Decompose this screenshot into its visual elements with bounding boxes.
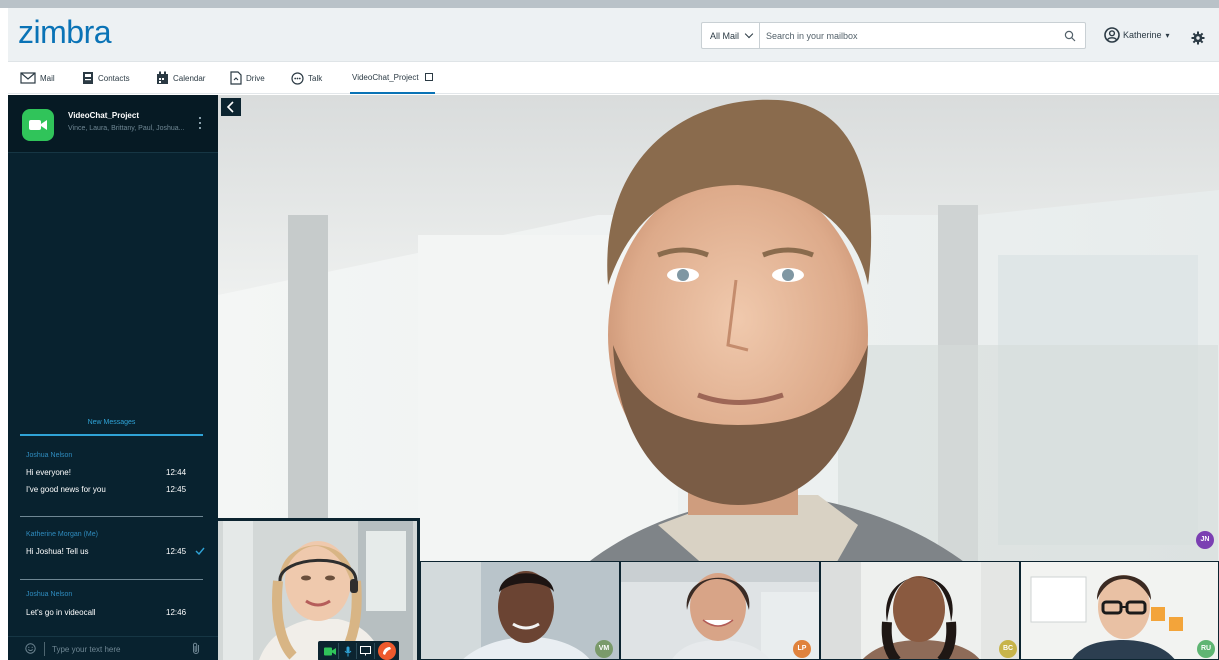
participant-tile[interactable]: LP (620, 561, 820, 660)
video-camera-icon (29, 120, 47, 130)
participant-tile[interactable]: BC (820, 561, 1020, 660)
tab-label: Calendar (173, 73, 206, 83)
envelope-icon (20, 72, 36, 84)
participant-initials: VM (595, 640, 613, 658)
message-sender[interactable]: Katherine Morgan (Me) (26, 531, 98, 538)
contacts-icon (83, 72, 93, 84)
tab-label: Talk (308, 73, 323, 83)
collapse-sidebar-button[interactable] (221, 98, 241, 116)
video-camera-icon (323, 647, 336, 655)
window-frame (0, 0, 1219, 8)
phone-hangup-icon (383, 647, 391, 655)
search-scope-label: All Mail (710, 31, 740, 41)
conversation-members: Vince, Laura, Brittany, Paul, Joshua... (68, 125, 185, 132)
toggle-video-button[interactable] (321, 643, 339, 659)
toggle-mic-button[interactable] (339, 643, 357, 659)
message-separator (20, 579, 203, 580)
message-time: 12:45 (166, 485, 187, 494)
read-check-icon (195, 547, 205, 555)
message-composer (8, 636, 218, 660)
message-text: I've good news for you (26, 485, 106, 494)
new-messages-divider: New Messages (20, 419, 203, 436)
participant-initials: RU (1197, 640, 1215, 658)
participant-initials: BC (999, 640, 1017, 658)
app-nav: Mail Contacts Calendar Drive Talk VideoC… (8, 62, 1219, 94)
search-scope-dropdown[interactable]: All Mail (702, 23, 760, 48)
emoji-icon[interactable] (25, 643, 36, 654)
participant-tile[interactable]: VM (420, 561, 620, 660)
conversation-header[interactable]: VideoChat_Project Vince, Laura, Brittany… (8, 95, 218, 153)
participant-video (621, 562, 819, 659)
chevron-down-icon (744, 29, 753, 39)
message-time: 12:45 (166, 547, 187, 556)
tab-drive[interactable]: Drive (230, 62, 265, 94)
composer-divider (44, 642, 45, 656)
end-call-button[interactable] (378, 642, 396, 660)
video-stage: JN VM LP BC RU (218, 95, 1219, 660)
close-icon[interactable] (424, 73, 433, 81)
user-name: Katherine (1123, 30, 1162, 40)
tab-videochat-project[interactable]: VideoChat_Project (350, 62, 435, 94)
participant-video (1021, 562, 1218, 659)
message-sender[interactable]: Joshua Nelson (26, 452, 72, 459)
more-options-icon[interactable] (198, 117, 202, 131)
chevron-left-icon (226, 101, 234, 113)
talk-icon (291, 71, 304, 85)
participant-tile[interactable]: RU (1020, 561, 1219, 660)
main-speaker-initials: JN (1196, 531, 1214, 549)
calendar-icon (157, 71, 168, 84)
participant-video (821, 562, 1019, 659)
tab-label: Contacts (98, 73, 130, 83)
participant-initials: LP (793, 640, 811, 658)
app-header: zimbra All Mail Katherine ▾ (8, 8, 1219, 62)
search-bar: All Mail (701, 22, 1086, 49)
attachment-icon[interactable] (191, 642, 201, 655)
gear-icon[interactable] (1191, 31, 1205, 45)
tab-calendar[interactable]: Calendar (156, 62, 205, 94)
message-time: 12:44 (166, 468, 187, 477)
tab-label: Mail (40, 73, 55, 83)
tab-talk[interactable]: Talk (291, 62, 322, 94)
self-video-tile[interactable] (218, 518, 420, 660)
tab-label: VideoChat_Project (352, 72, 419, 82)
self-video (218, 521, 417, 660)
message-sender[interactable]: Joshua Nelson (26, 591, 72, 598)
search-icon[interactable] (1064, 30, 1076, 42)
user-avatar-icon (1104, 27, 1120, 43)
tab-contacts[interactable]: Contacts (82, 62, 130, 94)
microphone-icon (344, 646, 351, 656)
chat-sidebar: VideoChat_Project Vince, Laura, Brittany… (8, 95, 218, 660)
search-input[interactable] (766, 23, 1056, 48)
drive-icon (230, 71, 242, 85)
zimbra-logo[interactable]: zimbra (18, 14, 112, 51)
screen-share-icon (360, 646, 371, 656)
tab-label: Drive (246, 73, 265, 83)
user-menu-button[interactable]: Katherine ▾ (1104, 24, 1170, 46)
share-screen-button[interactable] (357, 643, 375, 659)
message-time: 12:46 (166, 608, 187, 617)
message-text: Let's go in videocall (26, 608, 96, 617)
tab-mail[interactable]: Mail (20, 62, 55, 94)
participant-video (421, 562, 619, 659)
message-text: Hi everyone! (26, 468, 71, 477)
conversation-avatar (22, 109, 54, 141)
caret-down-icon: ▾ (1165, 30, 1170, 40)
message-input[interactable] (52, 640, 182, 658)
conversation-title: VideoChat_Project (68, 111, 139, 120)
call-controls (318, 641, 399, 660)
message-text: Hi Joshua! Tell us (26, 547, 89, 556)
message-separator (20, 516, 203, 517)
